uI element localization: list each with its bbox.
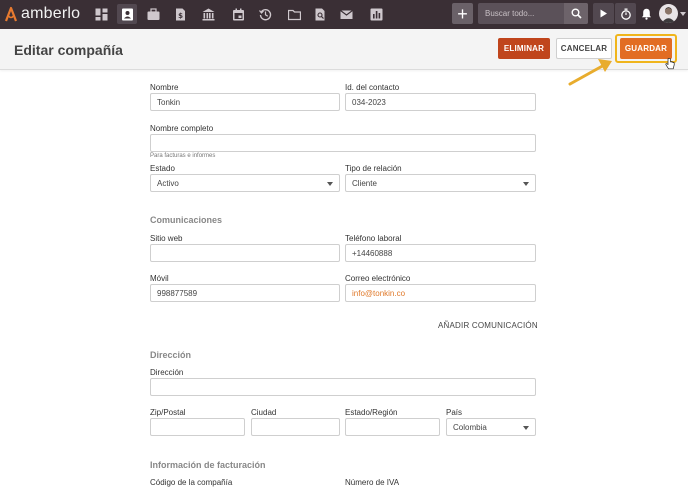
- mobile-label: Móvil: [150, 274, 169, 283]
- page-title: Editar compañía: [14, 42, 123, 58]
- file-search-icon[interactable]: [310, 4, 330, 24]
- zip-input[interactable]: [150, 418, 245, 436]
- top-navigation-bar: amberlo $ +: [0, 0, 688, 29]
- email-label: Correo electrónico: [345, 274, 411, 283]
- full-name-label: Nombre completo: [150, 124, 214, 133]
- address-section-title: Dirección: [150, 350, 192, 360]
- svg-text:$: $: [178, 12, 183, 20]
- edit-company-form: Nombre Tonkin Id. del contacto 034-2023 …: [0, 70, 688, 487]
- briefcase-icon[interactable]: [143, 4, 163, 24]
- full-name-input[interactable]: [150, 134, 536, 152]
- company-code-label: Código de la compañía: [150, 478, 233, 487]
- document-dollar-icon[interactable]: $: [170, 4, 190, 24]
- stopwatch-icon: [620, 8, 631, 20]
- country-label: País: [446, 408, 463, 417]
- history-icon[interactable]: [255, 4, 275, 24]
- address-input[interactable]: [150, 378, 536, 396]
- hand-pointer-cursor-icon: [665, 58, 675, 70]
- mobile-input[interactable]: 998877589: [150, 284, 340, 302]
- mail-icon[interactable]: [336, 4, 356, 24]
- city-label: Ciudad: [251, 408, 277, 417]
- notification-bell-icon[interactable]: [641, 8, 652, 20]
- communications-section-title: Comunicaciones: [150, 215, 223, 225]
- folder-icon[interactable]: [284, 4, 304, 24]
- zip-label: Zip/Postal: [150, 408, 186, 417]
- state-label: Estado/Región: [345, 408, 398, 417]
- status-label: Estado: [150, 164, 175, 173]
- bank-icon[interactable]: [198, 4, 218, 24]
- search-input[interactable]: [478, 3, 564, 24]
- add-new-button[interactable]: +: [452, 3, 473, 24]
- save-button[interactable]: GUARDAR: [620, 38, 672, 59]
- name-label: Nombre: [150, 83, 179, 92]
- logo-text: amberlo: [21, 5, 81, 22]
- work-phone-input[interactable]: +14460888: [345, 244, 536, 262]
- website-label: Sitio web: [150, 234, 183, 243]
- stopwatch-button[interactable]: [615, 3, 636, 24]
- search-icon: [571, 8, 582, 19]
- delete-button[interactable]: ELIMINAR: [498, 38, 550, 59]
- address-label: Dirección: [150, 368, 184, 377]
- add-communication-button[interactable]: AÑADIR COMUNICACIÓN: [438, 321, 538, 330]
- global-search: [478, 3, 588, 24]
- contacts-icon[interactable]: [117, 4, 137, 24]
- state-input[interactable]: [345, 418, 440, 436]
- reports-icon[interactable]: [366, 4, 386, 24]
- timer-start-button[interactable]: [593, 3, 614, 24]
- country-value: Colombia: [453, 422, 487, 432]
- email-input[interactable]: info@tonkin.co: [345, 284, 536, 302]
- relation-type-label: Tipo de relación: [345, 164, 402, 173]
- billing-section-title: Información de facturación: [150, 460, 266, 470]
- website-input[interactable]: [150, 244, 340, 262]
- vat-number-label: Número de IVA: [345, 478, 400, 487]
- name-input[interactable]: Tonkin: [150, 93, 340, 111]
- amberlo-logo-icon: [4, 6, 18, 22]
- relation-type-value: Cliente: [352, 178, 377, 188]
- full-name-hint: Para facturas e informes: [150, 153, 216, 159]
- search-button[interactable]: [564, 3, 588, 24]
- city-input[interactable]: [251, 418, 340, 436]
- contact-id-input[interactable]: 034-2023: [345, 93, 536, 111]
- play-icon: [600, 9, 607, 18]
- work-phone-label: Teléfono laboral: [345, 234, 402, 243]
- relation-type-select[interactable]: Cliente: [345, 174, 536, 192]
- user-avatar[interactable]: [659, 4, 678, 23]
- user-menu-chevron-down-icon[interactable]: [680, 12, 686, 16]
- status-select[interactable]: Activo: [150, 174, 340, 192]
- country-select[interactable]: Colombia: [446, 418, 536, 436]
- calendar-icon[interactable]: [228, 4, 248, 24]
- status-value: Activo: [157, 178, 179, 188]
- dashboard-icon[interactable]: [91, 4, 111, 24]
- amberlo-logo[interactable]: amberlo: [4, 3, 80, 25]
- contact-id-label: Id. del contacto: [345, 83, 400, 92]
